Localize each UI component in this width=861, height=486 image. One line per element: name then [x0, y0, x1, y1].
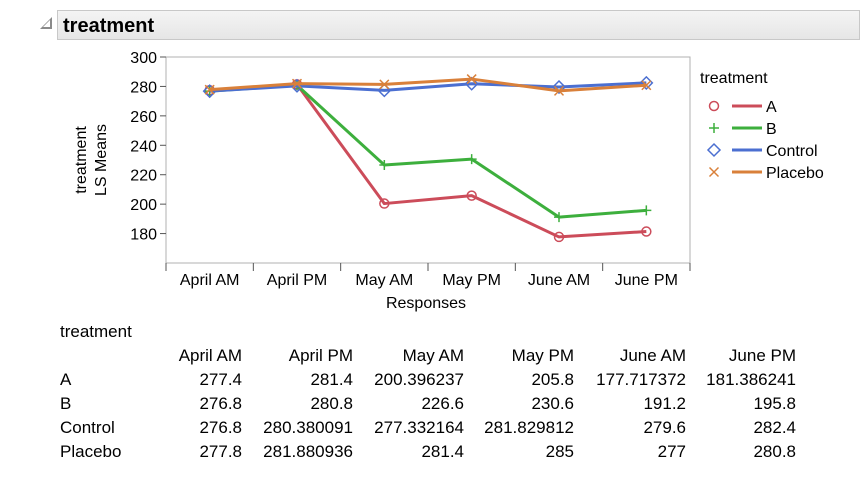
x-axis-label: Responses — [386, 295, 466, 312]
legend-title: treatment — [700, 70, 768, 87]
table-row: A 277.4 281.4 200.396237 205.8 177.71737… — [60, 368, 796, 392]
table-cell: 276.8 — [199, 394, 242, 413]
table-corner — [60, 344, 160, 368]
ls-means-table: April AM April PM May AM May PM June AM … — [60, 344, 796, 464]
x-tick-label: June PM — [615, 272, 678, 289]
x-tick-label: April PM — [267, 272, 327, 289]
table-row: Control 276.8 280.380091 277.332164 281.… — [60, 416, 796, 440]
row-label: A — [60, 370, 72, 389]
table-cell: 181.386241 — [706, 370, 796, 389]
row-label: Control — [60, 418, 115, 437]
legend-label-a: A — [766, 99, 777, 116]
table-row: Placebo 277.8 281.880936 281.4 285 277 2… — [60, 440, 796, 464]
table-cell: 195.8 — [753, 394, 796, 413]
y-tick-label: 260 — [130, 109, 157, 126]
table-cell: 281.880936 — [263, 442, 353, 461]
table-cell: 281.4 — [421, 442, 464, 461]
table-cell: 280.8 — [310, 394, 353, 413]
legend-label-control: Control — [766, 143, 818, 160]
y-axis-label-line1: treatment — [73, 126, 90, 194]
y-tick-label: 240 — [130, 138, 157, 155]
x-tick-label: May PM — [442, 272, 501, 289]
y-tick-label: 220 — [130, 168, 157, 185]
table-row: B 276.8 280.8 226.6 230.6 191.2 195.8 — [60, 392, 796, 416]
legend-label-b: B — [766, 121, 777, 138]
table-title: treatment — [60, 322, 132, 341]
legend-marker-placebo — [708, 166, 720, 178]
column-header: April AM — [178, 346, 242, 365]
row-label: B — [60, 394, 72, 413]
column-header: May PM — [511, 346, 574, 365]
column-header: June AM — [619, 346, 686, 365]
table-cell: 280.380091 — [263, 418, 353, 437]
table-header-row: April AM April PM May AM May PM June AM … — [60, 344, 796, 368]
column-header: May AM — [402, 346, 464, 365]
table-cell: 285 — [545, 442, 574, 461]
y-axis-label-line2: LS Means — [93, 124, 110, 196]
table-cell: 281.829812 — [484, 418, 574, 437]
table-cell: 230.6 — [531, 394, 574, 413]
table-cell: 277.8 — [199, 442, 242, 461]
y-tick-label: 280 — [130, 79, 157, 96]
x-tick-label: April AM — [180, 272, 240, 289]
y-tick-label: 200 — [130, 197, 157, 214]
row-label: Placebo — [60, 442, 122, 461]
table-cell: 277.4 — [199, 370, 242, 389]
table-cell: 281.4 — [310, 370, 353, 389]
table-cell: 277 — [657, 442, 686, 461]
table-cell: 177.717372 — [596, 370, 686, 389]
table-cell: 205.8 — [531, 370, 574, 389]
x-tick-label: June AM — [528, 272, 590, 289]
table-cell: 191.2 — [643, 394, 686, 413]
ls-means-line-chart: 180 200 220 240 260 280 300 April AM April PM Ma… — [73, 50, 824, 312]
table-cell: 282.4 — [753, 418, 796, 437]
column-header: April PM — [288, 346, 353, 365]
column-header: June PM — [728, 346, 796, 365]
table-cell: 200.396237 — [374, 370, 464, 389]
table-cell: 277.332164 — [374, 418, 464, 437]
x-tick-label: May AM — [355, 272, 413, 289]
legend-marker-a — [708, 100, 720, 112]
table-cell: 276.8 — [199, 418, 242, 437]
legend-marker-control — [706, 142, 722, 158]
table-cell: 279.6 — [643, 418, 686, 437]
table-cell: 280.8 — [753, 442, 796, 461]
legend-marker-b — [709, 123, 719, 133]
y-tick-label: 300 — [130, 50, 157, 67]
table-cell: 226.6 — [421, 394, 464, 413]
y-tick-label: 180 — [130, 227, 157, 244]
legend-label-placebo: Placebo — [766, 165, 824, 182]
